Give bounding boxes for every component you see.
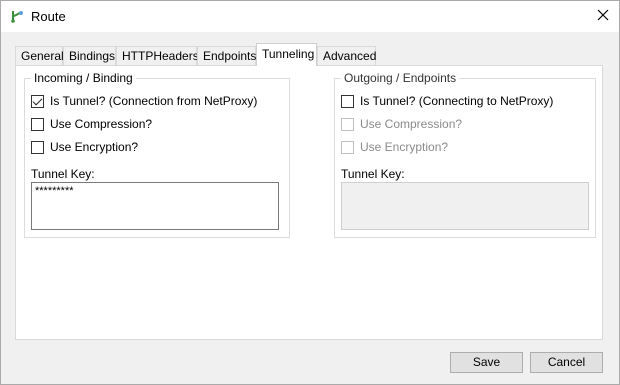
checkbox-disabled-icon [341, 117, 354, 131]
tab-general[interactable]: General [15, 46, 64, 66]
incoming-tunnel-key-label: Tunnel Key: [31, 167, 95, 181]
checkbox-icon [31, 140, 44, 154]
close-button[interactable] [589, 4, 617, 28]
incoming-is-tunnel-label: Is Tunnel? (Connection from NetProxy) [50, 94, 258, 108]
close-icon [597, 9, 609, 24]
checkbox-icon [31, 117, 44, 131]
incoming-compression-label: Use Compression? [50, 117, 153, 131]
checkbox-checked-icon [31, 94, 44, 108]
tab-httpheaders[interactable]: HTTPHeaders [116, 46, 199, 66]
incoming-compression-checkbox[interactable]: Use Compression? [31, 116, 152, 132]
outgoing-is-tunnel-label: Is Tunnel? (Connecting to NetProxy) [360, 94, 554, 108]
outgoing-encryption-label: Use Encryption? [360, 140, 449, 154]
incoming-legend: Incoming / Binding [31, 71, 136, 85]
checkbox-icon [341, 94, 354, 108]
title-bar: Route [1, 1, 619, 32]
outgoing-encryption-checkbox: Use Encryption? [341, 139, 448, 155]
checkbox-disabled-icon [341, 140, 354, 154]
incoming-binding-group: Incoming / Binding Is Tunnel? (Connectio… [24, 71, 290, 238]
incoming-is-tunnel-checkbox[interactable]: Is Tunnel? (Connection from NetProxy) [31, 93, 257, 109]
outgoing-tunnel-key-label: Tunnel Key: [341, 167, 405, 181]
incoming-encryption-label: Use Encryption? [50, 140, 139, 154]
save-button[interactable]: Save [450, 352, 523, 373]
route-app-icon [10, 9, 24, 23]
outgoing-legend: Outgoing / Endpoints [341, 71, 460, 85]
cancel-button[interactable]: Cancel [530, 352, 603, 373]
outgoing-compression-label: Use Compression? [360, 117, 463, 131]
outgoing-compression-checkbox: Use Compression? [341, 116, 462, 132]
tab-advanced[interactable]: Advanced [317, 46, 376, 66]
window-title: Route [31, 9, 66, 24]
incoming-encryption-checkbox[interactable]: Use Encryption? [31, 139, 138, 155]
outgoing-endpoints-group: Outgoing / Endpoints Is Tunnel? (Connect… [334, 71, 596, 238]
tab-bindings[interactable]: Bindings [63, 46, 116, 66]
tunneling-panel: Incoming / Binding Is Tunnel? (Connectio… [15, 65, 603, 340]
tab-endpoints[interactable]: Endpoints [197, 46, 256, 66]
incoming-tunnel-key-input[interactable] [31, 182, 279, 230]
outgoing-is-tunnel-checkbox[interactable]: Is Tunnel? (Connecting to NetProxy) [341, 93, 553, 109]
outgoing-tunnel-key-input [341, 182, 589, 230]
route-dialog: Route General Bindings HTTPHeaders Endpo… [0, 0, 620, 385]
tab-tunneling[interactable]: Tunneling [256, 43, 317, 66]
